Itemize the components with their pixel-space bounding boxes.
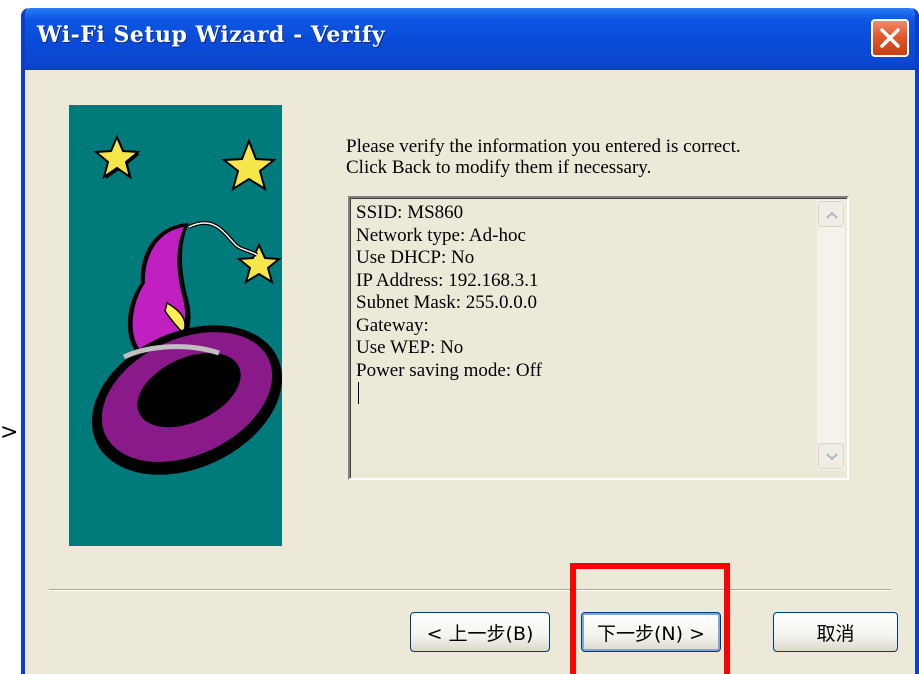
instruction-line: Click Back to modify them if necessary. xyxy=(346,157,652,178)
summary-line-ip-address: IP Address: 192.168.3.1 xyxy=(356,269,539,291)
star-icon xyxy=(221,138,277,192)
instruction-line: Please verify the information you entere… xyxy=(346,136,741,157)
wizard-window: Wi-Fi Setup Wizard - Verify Please verif… xyxy=(21,8,919,674)
vertical-scrollbar[interactable] xyxy=(817,200,845,470)
summary-line-wep: Use WEP: No xyxy=(356,337,464,358)
back-button[interactable]: < 上一步(B) xyxy=(410,612,550,652)
summary-line-ssid: SSID: MS860 xyxy=(356,202,464,223)
close-button[interactable] xyxy=(871,19,909,57)
highlight-box xyxy=(570,563,730,674)
text-caret xyxy=(358,382,359,404)
cancel-button[interactable]: 取消 xyxy=(773,612,898,652)
window-title: Wi-Fi Setup Wizard - Verify xyxy=(37,22,386,48)
summary-line-power-saving: Power saving mode: Off xyxy=(356,359,542,381)
chevron-up-icon xyxy=(826,211,838,219)
summary-line-gateway: Gateway: xyxy=(356,314,429,336)
wizard-illustration xyxy=(69,105,283,546)
star-icon xyxy=(93,134,141,180)
scroll-down-button[interactable] xyxy=(818,443,844,469)
arrow-glyph: > xyxy=(0,420,19,445)
chevron-down-icon xyxy=(826,453,838,461)
summary-lines: SSID: MS860 Network type: Ad-hoc Use DHC… xyxy=(356,202,816,404)
button-divider xyxy=(49,589,891,591)
summary-line-network-type: Network type: Ad-hoc xyxy=(356,224,526,246)
settings-summary-textbox[interactable]: SSID: MS860 Network type: Ad-hoc Use DHC… xyxy=(348,196,849,480)
summary-line-subnet-mask: Subnet Mask: 255.0.0.0 xyxy=(356,292,538,313)
scroll-up-button[interactable] xyxy=(818,201,844,227)
instructions-text: Please verify the information you entere… xyxy=(346,136,866,178)
close-icon xyxy=(880,28,900,48)
title-bar[interactable]: Wi-Fi Setup Wizard - Verify xyxy=(25,8,915,70)
summary-line-dhcp: Use DHCP: No xyxy=(356,247,475,268)
